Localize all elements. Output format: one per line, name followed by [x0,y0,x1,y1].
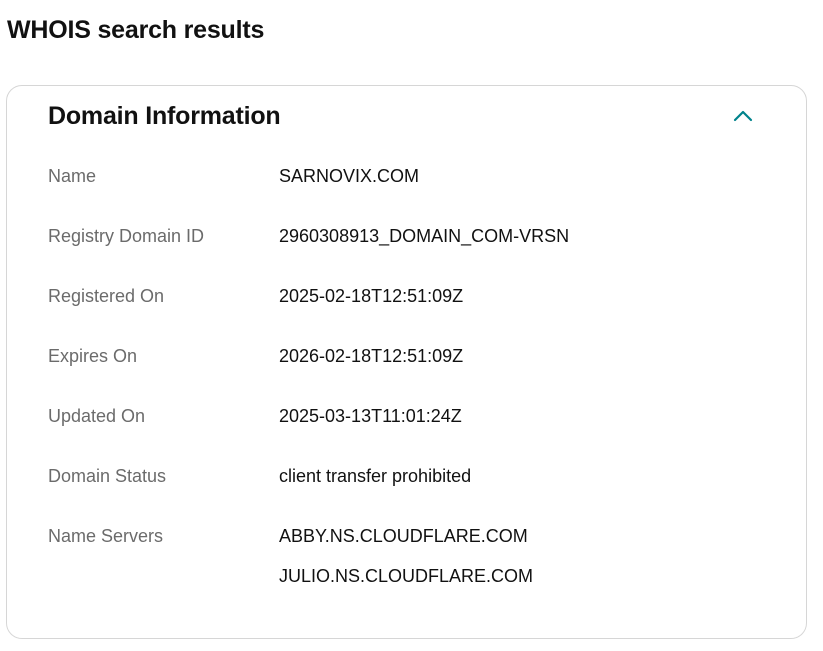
name-label: Name [48,166,97,186]
row-updated-on: Updated On 2025-03-13T11:01:24Z [48,398,768,458]
updated-on-value: 2025-03-13T11:01:24Z [279,406,462,426]
domain-information-header[interactable]: Domain Information [48,98,783,134]
row-name-servers: Name Servers ABBY.NS.CLOUDFLARE.COM JULI… [48,518,768,598]
name-server-value: JULIO.NS.CLOUDFLARE.COM [279,566,534,586]
expires-on-value: 2026-02-18T12:51:09Z [279,346,464,366]
row-domain-status: Domain Status client transfer prohibited [48,458,768,518]
domain-status-label: Domain Status [48,466,167,486]
page-title: WHOIS search results [7,16,265,44]
row-registry-domain-id: Registry Domain ID 2960308913_DOMAIN_COM… [48,218,768,278]
name-server-value: ABBY.NS.CLOUDFLARE.COM [279,526,528,546]
name-servers-label: Name Servers [48,526,164,546]
domain-info-rows: Name SARNOVIX.COM Registry Domain ID 296… [48,158,768,598]
registered-on-label: Registered On [48,286,165,306]
expires-on-label: Expires On [48,346,138,366]
chevron-up-icon[interactable] [731,104,755,128]
registry-domain-id-label: Registry Domain ID [48,226,205,246]
row-registered-on: Registered On 2025-02-18T12:51:09Z [48,278,768,338]
name-servers-list: ABBY.NS.CLOUDFLARE.COM JULIO.NS.CLOUDFLA… [279,518,533,598]
updated-on-label: Updated On [48,406,146,426]
registered-on-value: 2025-02-18T12:51:09Z [279,286,464,306]
domain-information-card: Domain Information Name SARNOVIX.COM Reg… [6,85,807,639]
card-title: Domain Information [48,101,281,130]
domain-status-value: client transfer prohibited [279,466,472,486]
registry-domain-id-value: 2960308913_DOMAIN_COM-VRSN [279,226,570,246]
row-name: Name SARNOVIX.COM [48,158,768,218]
name-value: SARNOVIX.COM [279,166,420,186]
row-expires-on: Expires On 2026-02-18T12:51:09Z [48,338,768,398]
